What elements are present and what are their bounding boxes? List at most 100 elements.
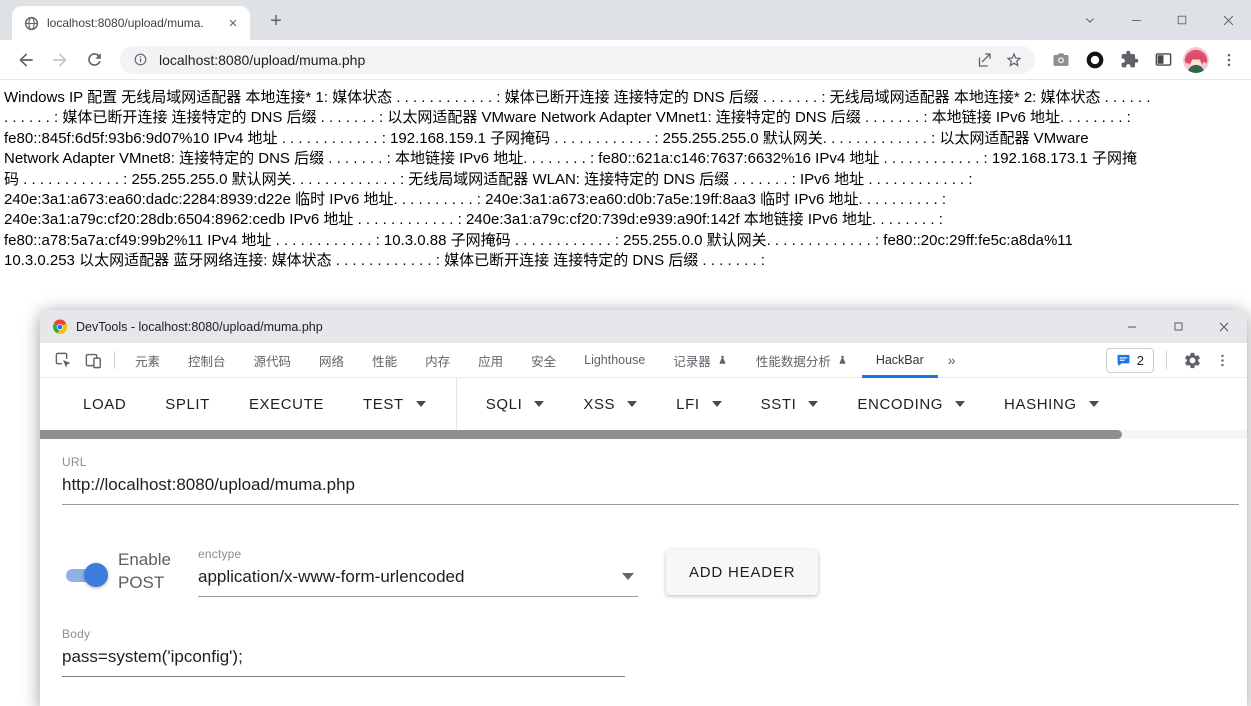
reload-button[interactable] bbox=[80, 46, 108, 74]
tab-network[interactable]: 网络 bbox=[305, 343, 358, 378]
issues-count: 2 bbox=[1137, 353, 1144, 368]
devtools-minimize-button[interactable] bbox=[1109, 310, 1155, 343]
tab-recorder[interactable]: 记录器 bbox=[659, 343, 742, 378]
browser-toolbar: localhost:8080/upload/muma.php bbox=[0, 40, 1251, 80]
side-panel-icon[interactable] bbox=[1149, 46, 1177, 74]
scrollbar-thumb[interactable] bbox=[40, 430, 1122, 439]
divider bbox=[1166, 351, 1167, 369]
screenshot-camera-icon[interactable] bbox=[1047, 46, 1075, 74]
chevron-down-icon bbox=[622, 573, 634, 580]
button-label: SSTI bbox=[761, 396, 797, 413]
xss-menu-button[interactable]: XSS bbox=[566, 386, 654, 423]
inspect-element-icon[interactable] bbox=[48, 345, 78, 375]
chevron-down-icon bbox=[627, 401, 637, 407]
load-button[interactable]: LOAD bbox=[66, 386, 143, 423]
horizontal-scrollbar[interactable] bbox=[40, 430, 1247, 439]
browser-menu-kebab-icon[interactable] bbox=[1215, 46, 1243, 74]
devtools-tabbar: 元素 控制台 源代码 网络 性能 内存 应用 安全 Lighthouse 记录器… bbox=[40, 343, 1247, 378]
tab-performance-insights[interactable]: 性能数据分析 bbox=[742, 343, 862, 378]
hashing-menu-button[interactable]: HASHING bbox=[987, 386, 1116, 423]
tab-memory[interactable]: 内存 bbox=[411, 343, 464, 378]
divider bbox=[114, 351, 115, 369]
bookmark-star-icon[interactable] bbox=[1003, 49, 1025, 71]
hackbar-actions: LOAD SPLIT EXECUTE TEST SQLI XSS LFI SST… bbox=[40, 378, 1247, 430]
enctype-select[interactable]: application/x-www-form-urlencoded bbox=[198, 561, 638, 597]
share-icon[interactable] bbox=[973, 49, 995, 71]
experiment-flask-icon bbox=[837, 355, 848, 366]
lfi-menu-button[interactable]: LFI bbox=[659, 386, 738, 423]
tab-close-icon[interactable]: × bbox=[224, 14, 242, 32]
more-tabs-chevron[interactable]: » bbox=[940, 352, 964, 368]
body-input[interactable]: pass=system('ipconfig'); bbox=[62, 641, 625, 677]
issues-badge[interactable]: 2 bbox=[1106, 348, 1154, 373]
execute-button[interactable]: EXECUTE bbox=[232, 386, 341, 423]
body-field-label: Body bbox=[62, 627, 1239, 641]
tab-search-chevron-icon[interactable] bbox=[1067, 0, 1113, 40]
ipconfig-line: 10.3.0.253 以太网适配器 蓝牙网络连接: 媒体状态 . . . . .… bbox=[4, 251, 1247, 271]
settings-gear-icon[interactable] bbox=[1177, 345, 1207, 375]
ipconfig-line: . . . . . . : 媒体已断开连接 连接特定的 DNS 后缀 . . .… bbox=[4, 108, 1247, 128]
devtools-menu-kebab-icon[interactable] bbox=[1207, 345, 1237, 375]
address-url[interactable]: localhost:8080/upload/muma.php bbox=[159, 52, 965, 68]
window-close-button[interactable] bbox=[1205, 0, 1251, 40]
button-label: SPLIT bbox=[165, 396, 210, 413]
ssti-menu-button[interactable]: SSTI bbox=[744, 386, 836, 423]
window-maximize-button[interactable] bbox=[1159, 0, 1205, 40]
chevron-down-icon bbox=[955, 401, 965, 407]
add-header-button[interactable]: ADD HEADER bbox=[666, 550, 818, 595]
tab-hackbar[interactable]: HackBar bbox=[862, 343, 938, 378]
encoding-menu-button[interactable]: ENCODING bbox=[840, 386, 982, 423]
page-info-icon[interactable] bbox=[132, 51, 149, 68]
tab-sources[interactable]: 源代码 bbox=[240, 343, 306, 378]
enable-post-toggle[interactable] bbox=[62, 562, 108, 588]
chevron-down-icon bbox=[712, 401, 722, 407]
extensions-puzzle-icon[interactable] bbox=[1115, 46, 1143, 74]
device-toolbar-icon[interactable] bbox=[78, 345, 108, 375]
forward-button[interactable] bbox=[46, 46, 74, 74]
tab-performance[interactable]: 性能 bbox=[358, 343, 411, 378]
devtools-close-button[interactable] bbox=[1201, 310, 1247, 343]
ipconfig-line: 240e:3a1:a673:ea60:dadc:2284:8939:d22e 临… bbox=[4, 190, 1247, 210]
tab-console[interactable]: 控制台 bbox=[174, 343, 240, 378]
address-bar[interactable]: localhost:8080/upload/muma.php bbox=[120, 46, 1035, 74]
enctype-value: application/x-www-form-urlencoded bbox=[198, 561, 622, 596]
button-label: LFI bbox=[676, 396, 699, 413]
tab-application[interactable]: 应用 bbox=[464, 343, 517, 378]
new-tab-button[interactable]: + bbox=[262, 7, 290, 35]
enctype-label: enctype bbox=[198, 547, 638, 561]
tab-elements[interactable]: 元素 bbox=[121, 343, 174, 378]
profile-avatar[interactable] bbox=[1183, 47, 1209, 73]
tab-security[interactable]: 安全 bbox=[517, 343, 570, 378]
back-button[interactable] bbox=[12, 46, 40, 74]
experiment-flask-icon bbox=[717, 355, 728, 366]
devtools-tabbar-right: 2 bbox=[1106, 345, 1237, 375]
body-field: Body pass=system('ipconfig'); bbox=[62, 627, 1239, 677]
ipconfig-line: fe80::845f:6d5f:93b6:9d07%10 IPv4 地址 . .… bbox=[4, 129, 1247, 149]
globe-icon bbox=[24, 16, 39, 31]
browser-tab[interactable]: localhost:8080/upload/muma. × bbox=[12, 6, 250, 40]
devtools-maximize-button[interactable] bbox=[1155, 310, 1201, 343]
test-menu-button[interactable]: TEST bbox=[346, 386, 443, 423]
tab-lighthouse[interactable]: Lighthouse bbox=[570, 343, 659, 378]
browser-window-controls bbox=[1067, 0, 1251, 40]
button-label: ENCODING bbox=[857, 396, 943, 413]
screen: localhost:8080/upload/muma. × + bbox=[0, 0, 1251, 706]
url-field-label: URL bbox=[62, 455, 1239, 469]
devtools-window: DevTools - localhost:8080/upload/muma.ph… bbox=[40, 310, 1247, 706]
browser-tabstrip: localhost:8080/upload/muma. × + bbox=[0, 0, 1251, 40]
button-label: LOAD bbox=[83, 396, 126, 413]
tab-title: localhost:8080/upload/muma. bbox=[47, 16, 224, 30]
ipconfig-line: fe80::a78:5a7a:cf49:99b2%11 IPv4 地址 . . … bbox=[4, 231, 1247, 251]
tab-label: 记录器 bbox=[673, 351, 711, 370]
url-field: URL http://localhost:8080/upload/muma.ph… bbox=[62, 455, 1239, 505]
post-options-row: Enable POST enctype application/x-www-fo… bbox=[62, 547, 1247, 597]
ipconfig-line: Windows IP 配置 无线局域网适配器 本地连接* 1: 媒体状态 . .… bbox=[4, 88, 1247, 108]
chevron-down-icon bbox=[808, 401, 818, 407]
extension-ring-icon[interactable] bbox=[1081, 46, 1109, 74]
split-button[interactable]: SPLIT bbox=[148, 386, 227, 423]
button-label: EXECUTE bbox=[249, 396, 324, 413]
devtools-titlebar[interactable]: DevTools - localhost:8080/upload/muma.ph… bbox=[40, 310, 1247, 343]
url-input[interactable]: http://localhost:8080/upload/muma.php bbox=[62, 469, 1239, 505]
window-minimize-button[interactable] bbox=[1113, 0, 1159, 40]
sqli-menu-button[interactable]: SQLI bbox=[469, 386, 562, 423]
